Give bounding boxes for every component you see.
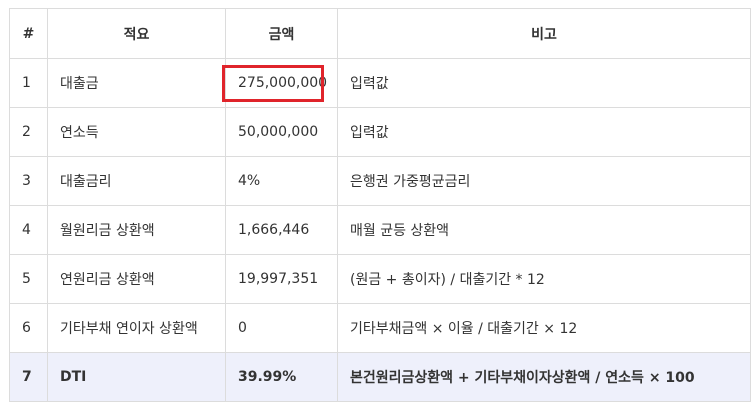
- row-number: 3: [9, 156, 48, 206]
- row-number: 7: [9, 352, 48, 402]
- row-note: 본건원리금상환액 + 기타부채이자상환액 / 연소득 × 100: [337, 352, 751, 402]
- row-note: 매월 균등 상환액: [337, 205, 751, 255]
- row-number: 1: [9, 58, 48, 108]
- row-item: 연원리금 상환액: [47, 254, 226, 304]
- row-item: 대출금: [47, 58, 226, 108]
- row-amount: 19,997,351: [225, 254, 338, 304]
- row-amount: 1,666,446: [225, 205, 338, 255]
- header-note: 비고: [337, 8, 751, 59]
- row-number: 6: [9, 303, 48, 353]
- row-amount: 275,000,000: [225, 58, 338, 108]
- row-amount: 50,000,000: [225, 107, 338, 157]
- table-row: 6 기타부채 연이자 상환액 0 기타부채금액 × 이율 / 대출기간 × 12: [9, 303, 751, 353]
- header-item: 적요: [47, 8, 226, 59]
- row-amount: 0: [225, 303, 338, 353]
- header-amount: 금액: [225, 8, 338, 59]
- row-note: (원금 + 총이자) / 대출기간 * 12: [337, 254, 751, 304]
- table-row: 3 대출금리 4% 은행권 가중평균금리: [9, 156, 751, 206]
- row-item: 대출금리: [47, 156, 226, 206]
- header-no: #: [9, 8, 48, 59]
- row-number: 5: [9, 254, 48, 304]
- row-item: DTI: [47, 352, 226, 402]
- table-row: 5 연원리금 상환액 19,997,351 (원금 + 총이자) / 대출기간 …: [9, 254, 751, 304]
- table-row: 2 연소득 50,000,000 입력값: [9, 107, 751, 157]
- row-item: 월원리금 상환액: [47, 205, 226, 255]
- row-item: 기타부채 연이자 상환액: [47, 303, 226, 353]
- table-row: 1 대출금 275,000,000 입력값: [9, 58, 751, 108]
- table-row-total: 7 DTI 39.99% 본건원리금상환액 + 기타부채이자상환액 / 연소득 …: [9, 352, 751, 402]
- row-note: 기타부채금액 × 이율 / 대출기간 × 12: [337, 303, 751, 353]
- row-note: 입력값: [337, 107, 751, 157]
- row-note: 입력값: [337, 58, 751, 108]
- row-number: 4: [9, 205, 48, 255]
- row-amount: 4%: [225, 156, 338, 206]
- dti-table-container: # 적요 금액 비고 1 대출금 275,000,000 입력값 2 연소득 5…: [0, 0, 755, 414]
- row-amount: 39.99%: [225, 352, 338, 402]
- row-item: 연소득: [47, 107, 226, 157]
- row-number: 2: [9, 107, 48, 157]
- table-row: 4 월원리금 상환액 1,666,446 매월 균등 상환액: [9, 205, 751, 255]
- table-header-row: # 적요 금액 비고: [9, 8, 751, 59]
- dti-calculation-table: # 적요 금액 비고 1 대출금 275,000,000 입력값 2 연소득 5…: [9, 8, 751, 402]
- row-note: 은행권 가중평균금리: [337, 156, 751, 206]
